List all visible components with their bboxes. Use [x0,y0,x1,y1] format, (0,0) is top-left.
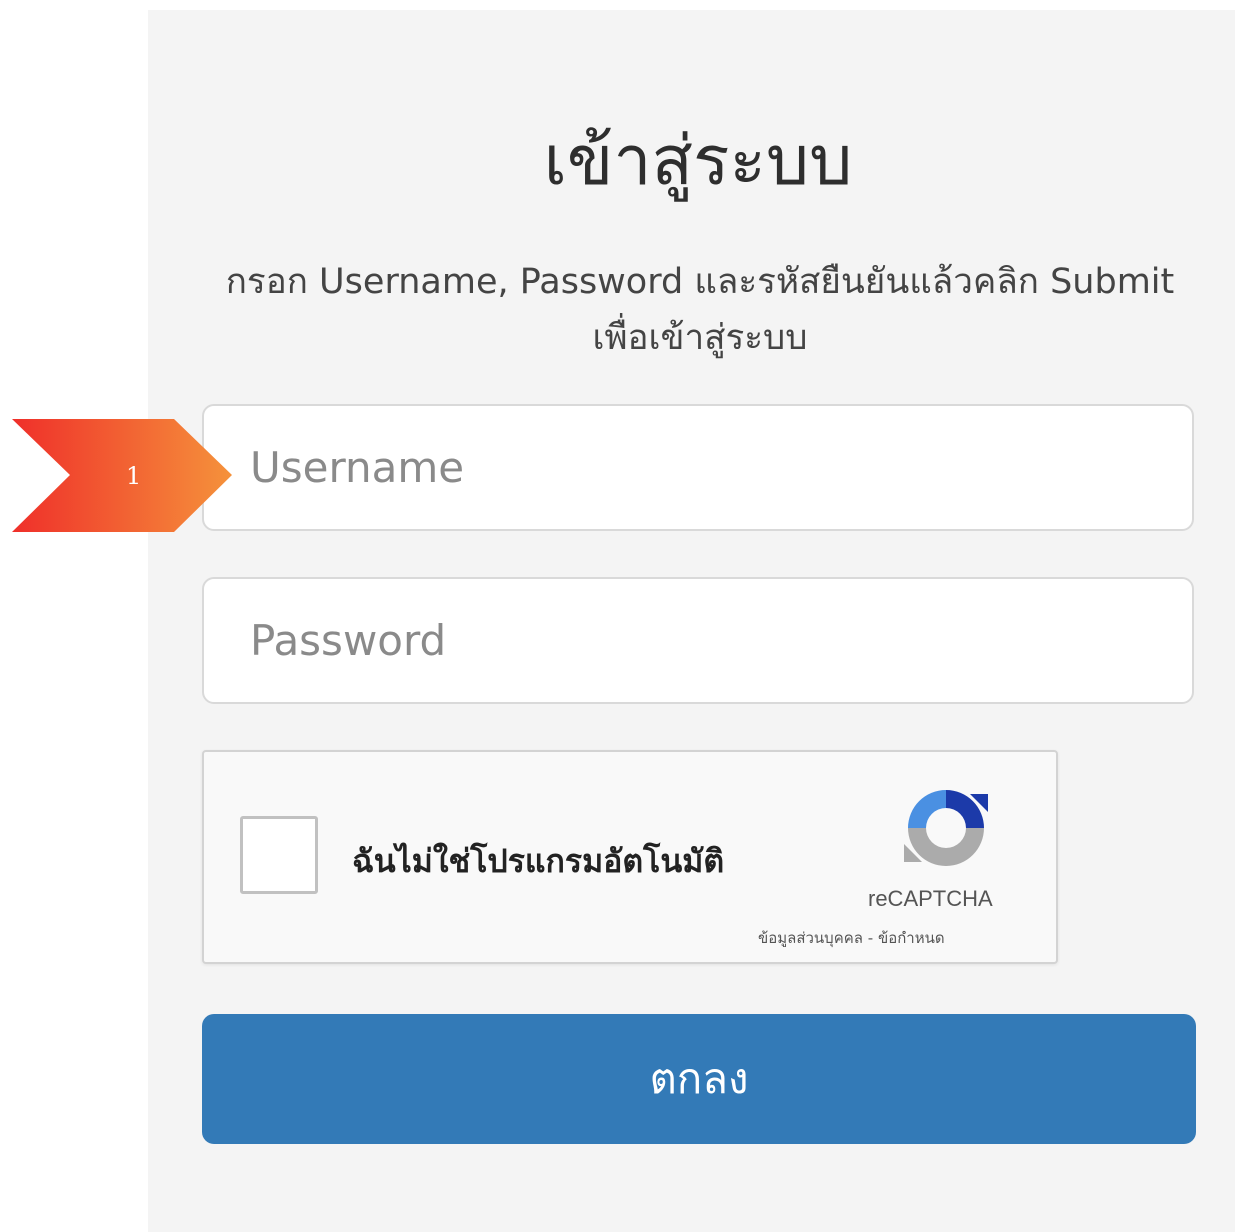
step-marker-arrow [12,419,232,532]
page-title: เข้าสู่ระบบ [543,122,853,201]
recaptcha-brand: reCAPTCHA [868,886,993,911]
login-instructions: กรอก Username, Password และรหัสยืนยันแล้… [225,262,1175,358]
username-input[interactable] [204,406,1192,529]
recaptcha-widget: ฉันไม่ใช่โปรแกรมอัตโนมัติ reCAPTCHA ข้อม… [202,750,1058,964]
recaptcha-checkbox[interactable] [240,816,318,894]
recaptcha-label: ฉันไม่ใช่โปรแกรมอัตโนมัติ [352,842,725,880]
recaptcha-links: ข้อมูลส่วนบุคคล - ข้อกำหนด [758,926,945,950]
username-field-container [202,404,1194,531]
privacy-link[interactable]: ข้อมูลส่วนบุคคล [758,929,863,947]
links-separator: - [867,929,874,947]
password-input[interactable] [204,579,1192,702]
step-marker-number: 1 [126,462,142,490]
submit-button[interactable]: ตกลง [202,1014,1196,1144]
terms-link[interactable]: ข้อกำหนด [878,929,945,947]
password-field-container [202,577,1194,704]
recaptcha-logo-icon [904,790,988,866]
